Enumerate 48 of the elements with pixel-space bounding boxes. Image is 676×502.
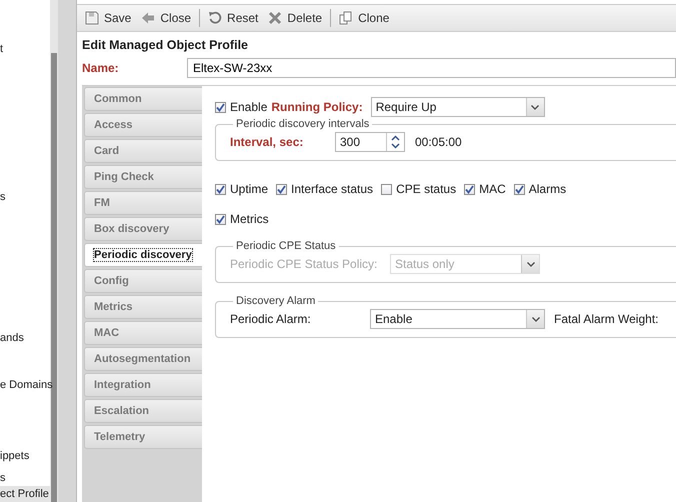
field-label: Periodic CPE Status Policy:	[230, 257, 378, 271]
policy-dropdown[interactable]: Require Up	[370, 97, 545, 117]
toolbar-button[interactable]: Reset	[204, 9, 262, 27]
checkbox[interactable]	[215, 214, 226, 224]
tab[interactable]: Periodic discovery	[84, 243, 202, 267]
sidebar-item[interactable]: ippets	[0, 448, 50, 464]
delete-icon	[268, 11, 282, 25]
checkbox[interactable]	[464, 184, 476, 194]
checkbox-label: Metrics	[230, 212, 269, 226]
sidebar-item[interactable]: e Domains	[0, 377, 50, 393]
group-legend: Discovery Alarm	[233, 295, 318, 307]
alarm-dropdown[interactable]: Enable	[370, 309, 545, 329]
sidebar-item[interactable]: ect Profile	[0, 486, 50, 502]
sidebar-item[interactable]: ands	[0, 330, 50, 346]
toolbar-button[interactable]: Save	[81, 9, 136, 27]
checkbox[interactable]	[514, 184, 525, 194]
left-arrow-icon	[141, 11, 156, 25]
checkbox[interactable]	[215, 102, 226, 112]
duration-readout: 00:05:00	[415, 135, 462, 149]
form-title: Edit Managed Object Profile	[81, 37, 249, 54]
toolbar-button[interactable]: Close	[137, 9, 196, 27]
checkbox[interactable]	[276, 184, 288, 194]
checkbox[interactable]	[215, 184, 226, 194]
field-label: Name:	[82, 61, 120, 75]
checkbox-label: Enable	[230, 100, 268, 114]
field-label: Fatal Alarm Weight:	[554, 312, 658, 326]
checkbox-label: Alarms	[528, 182, 566, 196]
toolbar-button[interactable]: Delete	[264, 9, 326, 27]
group-legend: Periodic CPE Status	[233, 240, 339, 252]
checkbox-label: MAC	[479, 182, 506, 196]
copy-icon	[339, 11, 354, 25]
checkbox[interactable]	[381, 184, 392, 194]
checkbox-label: Interface status	[291, 182, 374, 196]
field-label: Periodic Alarm:	[230, 312, 312, 326]
name-field[interactable]: Eltex-SW-23xx	[187, 58, 676, 78]
checkbox-label: Uptime	[230, 182, 268, 196]
sidebar-item[interactable]: s	[0, 189, 50, 205]
toolbar-button[interactable]: Clone	[335, 9, 394, 27]
checkbox-label: CPE status	[396, 182, 456, 196]
field-label: Running Policy:	[271, 100, 363, 114]
save-icon	[85, 11, 99, 25]
sidebar-item[interactable]: s	[0, 470, 50, 486]
field-label: Interval, sec:	[230, 135, 304, 149]
scrollbar-thumb[interactable]	[51, 53, 57, 502]
undo-icon	[208, 11, 222, 25]
sidebar-item[interactable]: t	[0, 41, 50, 57]
interval-spinner[interactable]: 300	[335, 132, 405, 152]
group-legend: Periodic discovery intervals	[233, 118, 372, 130]
